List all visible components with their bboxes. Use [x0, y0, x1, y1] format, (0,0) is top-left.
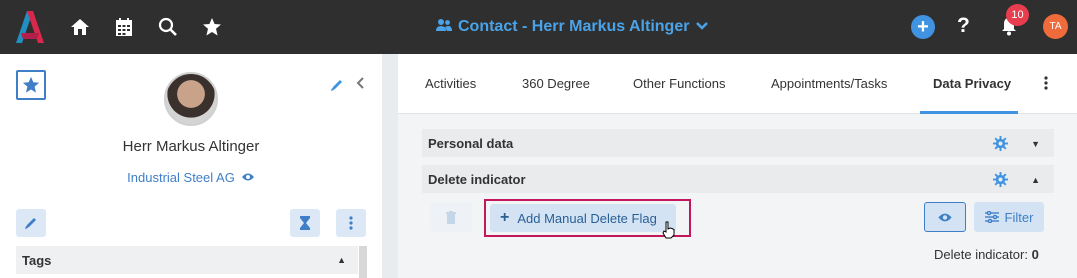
gear-icon[interactable]	[993, 172, 1008, 190]
tags-label: Tags	[22, 252, 52, 268]
eye-icon	[938, 213, 952, 221]
contact-sidebar: Herr Markus Altinger Industrial Steel AG…	[0, 54, 382, 278]
history-button[interactable]	[290, 209, 320, 237]
plus-icon: +	[500, 209, 510, 226]
personal-data-label: Personal data	[428, 135, 514, 151]
contact-photo	[164, 72, 218, 126]
page-title: Contact - Herr Markus Altinger	[458, 18, 690, 35]
home-icon[interactable]	[66, 13, 94, 41]
caret-up-icon[interactable]: ▲	[337, 255, 346, 265]
tags-section-header[interactable]: Tags ▲	[16, 246, 358, 274]
delete-indicator-count: Delete indicator: 0	[934, 247, 1039, 262]
star-icon[interactable]	[198, 13, 226, 41]
kebab-icon	[349, 216, 353, 230]
help-icon[interactable]: ?	[957, 14, 970, 38]
notification-badge: 10	[1006, 4, 1029, 26]
search-icon[interactable]	[154, 13, 182, 41]
contact-group-icon	[436, 18, 452, 37]
delete-indicator-count-label: Delete indicator:	[934, 247, 1028, 262]
trash-icon	[446, 210, 456, 224]
caret-up-icon[interactable]: ▲	[1031, 175, 1040, 185]
edit-pencil-icon[interactable]	[330, 78, 344, 97]
company-name[interactable]: Industrial Steel AG	[127, 170, 235, 185]
top-bar: Contact - Herr Markus Altinger + ? 10 TA	[0, 0, 1077, 54]
more-tabs-icon[interactable]	[1044, 76, 1048, 94]
pencil-icon	[25, 218, 36, 229]
contact-name: Herr Markus Altinger	[122, 138, 260, 155]
chevron-down-icon	[695, 18, 709, 36]
add-icon[interactable]: +	[911, 15, 935, 39]
add-manual-delete-flag-button[interactable]: + Add Manual Delete Flag	[490, 204, 676, 232]
tab-other-functions[interactable]: Other Functions	[633, 76, 726, 91]
filter-button[interactable]: Filter	[974, 202, 1044, 232]
tab-bar: Activities 360 Degree Other Functions Ap…	[398, 54, 1077, 114]
edit-button[interactable]	[16, 209, 46, 237]
personal-data-section-header[interactable]: Personal data ▼	[422, 129, 1054, 157]
delete-indicator-label: Delete indicator	[428, 171, 526, 187]
tab-appointments-tasks[interactable]: Appointments/Tasks	[771, 76, 887, 91]
tab-data-privacy[interactable]: Data Privacy	[933, 76, 1011, 91]
caret-down-icon[interactable]: ▼	[1031, 139, 1040, 149]
gear-icon[interactable]	[993, 136, 1008, 154]
add-manual-delete-flag-label: Add Manual Delete Flag	[517, 210, 657, 226]
delete-indicator-section-header[interactable]: Delete indicator ▲	[422, 165, 1054, 193]
tab-activities[interactable]: Activities	[425, 76, 476, 91]
main-content: Activities 360 Degree Other Functions Ap…	[398, 54, 1077, 278]
page-title-dropdown[interactable]: Contact - Herr Markus Altinger	[436, 16, 709, 38]
hand-cursor-icon	[662, 221, 676, 244]
calendar-icon[interactable]	[110, 13, 138, 41]
filter-label: Filter	[1004, 209, 1034, 225]
delete-indicator-count-value: 0	[1031, 247, 1039, 262]
company-link[interactable]: Industrial Steel AG	[0, 170, 382, 185]
favorite-button[interactable]	[16, 70, 46, 100]
filter-sliders-icon	[984, 211, 999, 223]
hourglass-icon	[300, 216, 310, 230]
more-options-button[interactable]	[336, 209, 366, 237]
visibility-toggle-button[interactable]	[924, 202, 966, 232]
eye-icon[interactable]	[241, 170, 255, 185]
scrollbar[interactable]	[359, 246, 367, 278]
chevron-left-icon[interactable]	[355, 76, 365, 95]
delete-button[interactable]	[430, 202, 472, 232]
user-avatar[interactable]: TA	[1043, 14, 1068, 39]
star-icon	[22, 76, 40, 93]
tab-360-degree[interactable]: 360 Degree	[522, 76, 590, 91]
logo-icon[interactable]	[12, 9, 48, 45]
